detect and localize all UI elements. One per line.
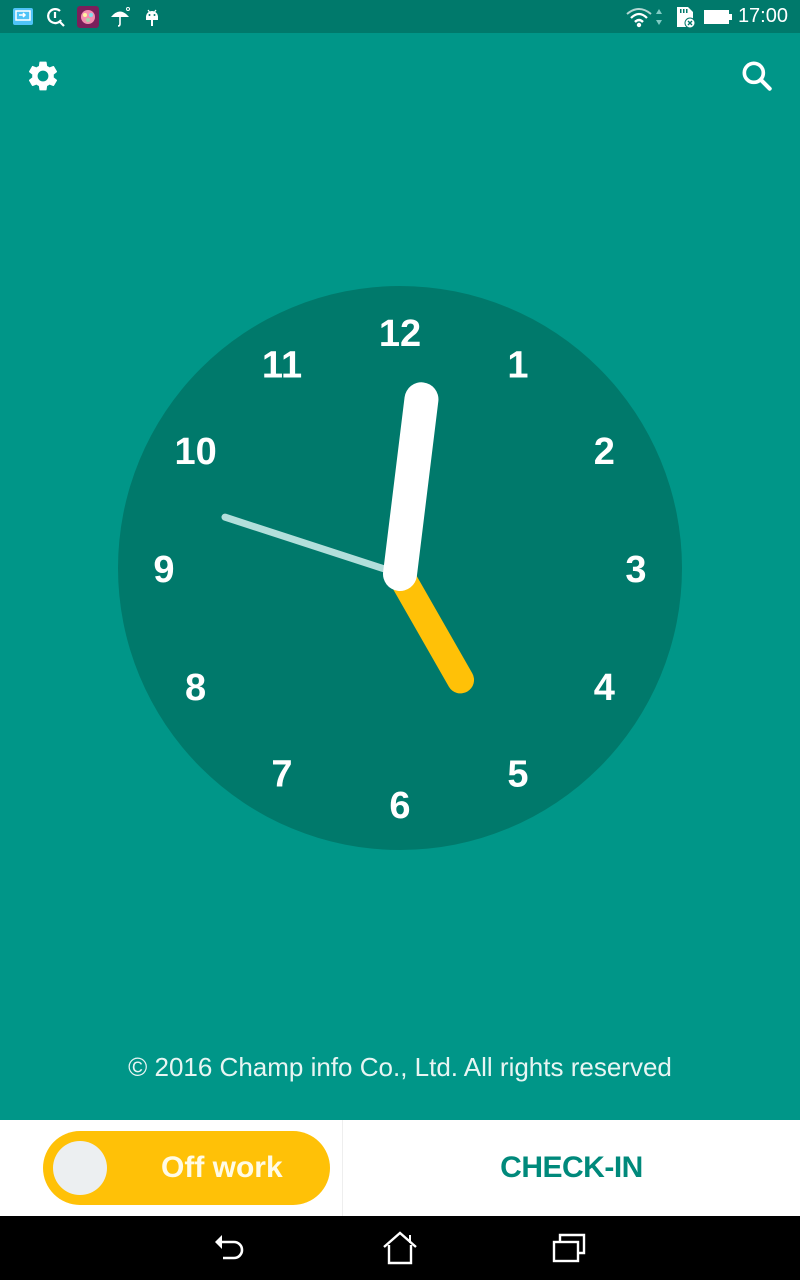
back-icon — [215, 1235, 244, 1260]
umbrella-icon — [111, 7, 130, 27]
settings-gear-icon — [28, 61, 58, 91]
clock-numeral-1: 1 — [507, 345, 528, 387]
toggle-knob[interactable] — [53, 1141, 107, 1195]
search-icon — [742, 61, 772, 91]
clock-numeral-7: 7 — [271, 753, 292, 795]
status-time: 17:00 — [737, 5, 788, 27]
sd-card-error-icon — [677, 7, 696, 28]
back-button[interactable] — [200, 1228, 260, 1268]
battery-icon — [704, 10, 732, 24]
clock-numeral-10: 10 — [174, 431, 216, 473]
minute-hand — [383, 382, 439, 591]
clock-numeral-2: 2 — [594, 431, 615, 473]
navigation-bar — [0, 1216, 800, 1280]
status-bar: 17:00 — [0, 0, 800, 33]
clock-numeral-12: 12 — [379, 313, 421, 355]
toggle-label: Off work — [161, 1151, 283, 1184]
home-button[interactable] — [370, 1228, 430, 1268]
data-arrows-icon — [656, 9, 662, 25]
home-icon — [383, 1231, 417, 1265]
clock-numeral-9: 9 — [153, 549, 174, 591]
search-button[interactable] — [733, 52, 781, 100]
clock-numeral-4: 4 — [594, 667, 615, 709]
copyright-text: © 2016 Champ info Co., Ltd. All rights r… — [128, 1052, 672, 1082]
clock-numeral-5: 5 — [507, 753, 528, 795]
app-bar — [0, 33, 800, 123]
bottom-action-bar: Off work CHECK-IN — [0, 1120, 800, 1216]
recent-apps-icon — [552, 1233, 586, 1263]
android-icon — [146, 9, 158, 26]
sync-tool-icon — [47, 8, 65, 27]
screen-cast-icon — [13, 8, 33, 25]
wifi-icon — [626, 8, 652, 28]
app-grid-icon — [77, 6, 99, 28]
settings-button[interactable] — [19, 52, 67, 100]
clock-numeral-6: 6 — [389, 785, 410, 827]
work-status-toggle[interactable]: Off work — [43, 1131, 330, 1205]
recent-apps-button[interactable] — [540, 1228, 600, 1268]
clock-numeral-11: 11 — [262, 345, 302, 387]
clock-numeral-8: 8 — [185, 667, 206, 709]
clock-numeral-3: 3 — [625, 549, 646, 591]
check-in-button[interactable]: CHECK-IN — [343, 1120, 800, 1216]
analog-clock: 121234567891011 — [118, 286, 682, 850]
